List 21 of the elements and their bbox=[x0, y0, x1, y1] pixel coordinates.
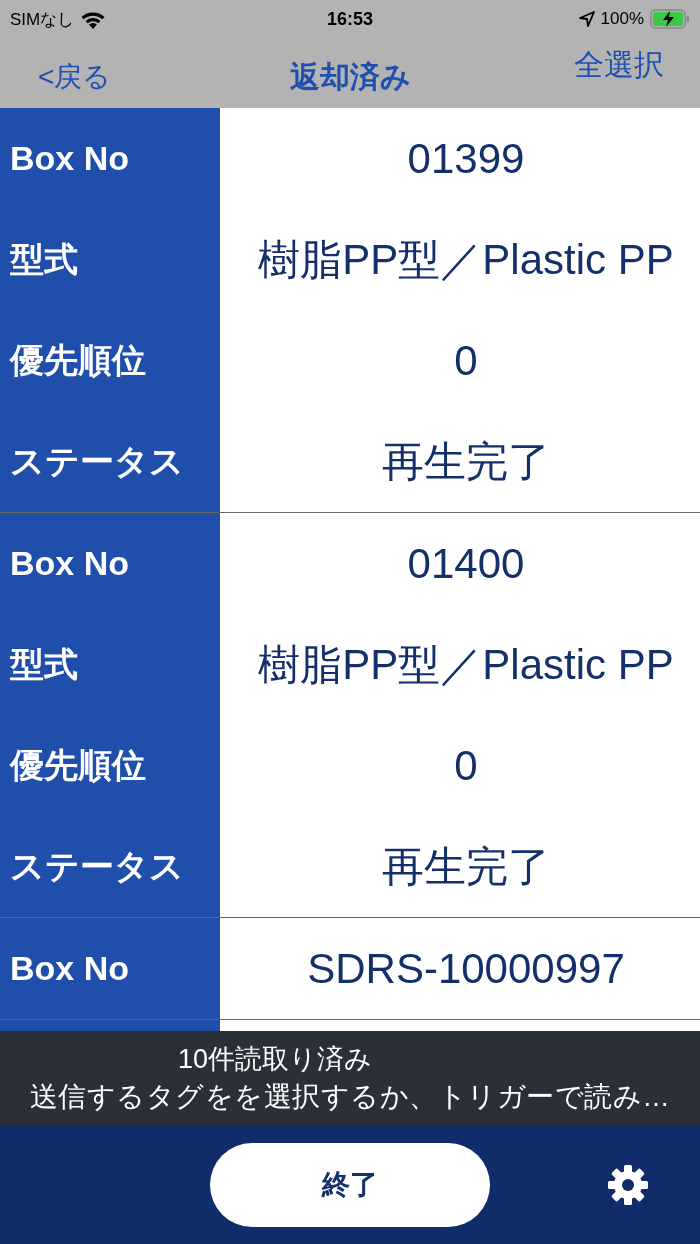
settings-icon[interactable] bbox=[607, 1164, 649, 1206]
field-value: 01400 bbox=[406, 538, 526, 589]
toast-text: 送信するタグをを選択するか、トリガーで読み… bbox=[29, 1080, 671, 1114]
field-value: SDRS-10000997 bbox=[306, 943, 626, 994]
field-value: 樹脂PP型／Plastic PP bbox=[257, 639, 675, 690]
battery-icon bbox=[650, 9, 690, 29]
field-value: 樹脂PP型／Plastic PP bbox=[257, 234, 675, 285]
carrier-label: SIMなし bbox=[10, 8, 75, 31]
field-value: 0 bbox=[453, 335, 479, 386]
toast-title: 10件読取り済み bbox=[177, 1043, 372, 1076]
location-arrow-icon bbox=[578, 11, 595, 27]
clock-time: 16:53 bbox=[327, 8, 373, 30]
field-value: 再生完了 bbox=[381, 436, 551, 487]
screen-title: 返却済み bbox=[289, 58, 411, 95]
field-value: 再生完了 bbox=[381, 841, 551, 892]
back-link[interactable]: <戻る bbox=[38, 58, 112, 96]
battery-percent: 100% bbox=[600, 9, 644, 29]
field-value: 0 bbox=[453, 740, 479, 791]
finish-button[interactable]: 終了 bbox=[210, 1142, 490, 1227]
field-value: 01399 bbox=[406, 133, 526, 184]
select-all-link[interactable]: 全選択 bbox=[574, 44, 664, 86]
